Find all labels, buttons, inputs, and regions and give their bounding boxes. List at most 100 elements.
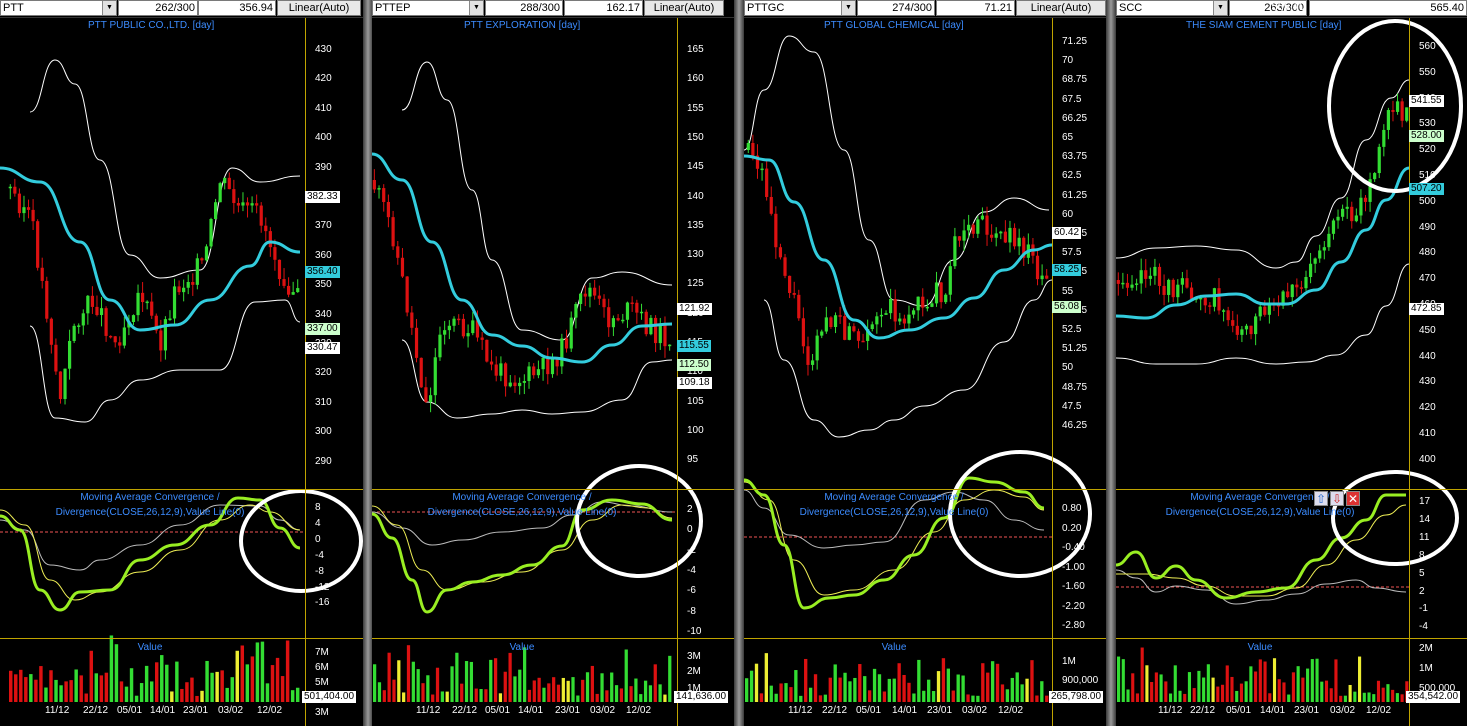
panel-splitter[interactable] — [1106, 0, 1116, 726]
symbol-select[interactable]: SCC ▼ — [1116, 0, 1228, 16]
arrow-up-icon[interactable]: ⇧ — [1314, 491, 1328, 506]
arrow-down-icon[interactable]: ⇩ — [1330, 491, 1344, 506]
volume-bar — [1045, 695, 1049, 702]
volume-bar — [1277, 679, 1281, 702]
price-tick-label: 70 — [1062, 55, 1074, 67]
candle-body — [81, 313, 85, 326]
chevron-down-icon[interactable]: ▼ — [102, 1, 116, 15]
volume-bar — [124, 686, 129, 702]
date-tick-label: 14/01 — [518, 705, 544, 716]
volume-bar — [1168, 693, 1173, 702]
volume-bar — [853, 677, 857, 702]
volume-bar — [576, 695, 580, 702]
candle-body — [1221, 310, 1226, 312]
volume-bar — [1258, 659, 1262, 702]
volume-bar — [1187, 672, 1192, 702]
price-tick-label: 350 — [315, 279, 332, 291]
macd-tick-label: 5 — [1419, 567, 1425, 579]
candle-body — [999, 231, 1003, 234]
symbol-select[interactable]: PTTGC ▼ — [744, 0, 856, 16]
volume-bar — [469, 661, 474, 702]
candle-body — [1139, 270, 1143, 284]
chart-panel-pttep[interactable]: PTTEP ▼ 288/300 162.17 Linear(Auto) PTT EXPLO… — [372, 0, 734, 726]
price-plot[interactable] — [0, 18, 363, 726]
candle-body — [1130, 284, 1134, 288]
macd-tick-label: -1.00 — [1062, 561, 1085, 573]
candle-body — [1226, 310, 1230, 321]
volume-bar — [872, 668, 877, 702]
symbol-select[interactable]: PTTEP ▼ — [372, 0, 484, 16]
volume-bar — [175, 661, 179, 702]
volume-bar — [39, 666, 43, 702]
volume-bar — [1225, 665, 1229, 702]
volume-bar — [990, 661, 995, 702]
candle-body — [985, 215, 989, 235]
candle-body — [1162, 285, 1166, 295]
chevron-down-icon[interactable]: ▼ — [841, 1, 855, 15]
panel-toolbar: SCC ▼ 263/300 565.40 565.40 — [1116, 0, 1467, 18]
pane-divider[interactable] — [0, 638, 363, 639]
candle-body — [611, 318, 616, 328]
candle-body — [36, 221, 40, 268]
volume-bar — [460, 683, 464, 702]
candle-body — [1240, 329, 1244, 335]
candle-body — [1327, 233, 1331, 248]
price-plot[interactable] — [1116, 18, 1467, 726]
candle-body — [45, 280, 49, 319]
price-tick-label: 430 — [1419, 376, 1436, 388]
pane-divider[interactable] — [1116, 638, 1467, 639]
panel-splitter[interactable] — [734, 0, 744, 726]
candle-body — [218, 183, 222, 203]
close-icon[interactable]: ✕ — [1346, 491, 1360, 506]
candle-body — [569, 317, 573, 349]
price-plot[interactable] — [372, 18, 734, 726]
candle-body — [118, 342, 122, 346]
candle-body — [1171, 279, 1175, 298]
volume-bar — [858, 664, 862, 702]
volume-bar — [129, 668, 134, 702]
candle-body — [1395, 101, 1400, 112]
pane-divider[interactable] — [372, 638, 734, 639]
volume-bar — [823, 694, 828, 702]
candle-body — [593, 287, 597, 296]
candle-body — [1254, 316, 1258, 335]
volume-bar — [1386, 684, 1390, 702]
candle-body — [31, 209, 35, 222]
candle-body — [480, 337, 484, 340]
volume-bar — [794, 670, 798, 702]
volume-bar — [275, 657, 280, 702]
price-tick-label: 550 — [1419, 66, 1436, 78]
volume-bar — [503, 671, 507, 702]
chevron-down-icon[interactable]: ▼ — [1213, 1, 1227, 15]
volume-bar — [561, 677, 565, 702]
scale-mode-button[interactable]: Linear(Auto) — [1016, 0, 1106, 16]
macd-tick-label: -16 — [315, 597, 330, 609]
volume-bar — [185, 682, 189, 702]
last-price: 356.94 — [198, 0, 276, 16]
date-tick-label: 05/01 — [485, 705, 511, 716]
date-tick-label: 23/01 — [927, 705, 953, 716]
candle-body — [588, 287, 592, 297]
pane-divider[interactable] — [744, 638, 1106, 639]
volume-bar — [1173, 665, 1177, 702]
highlight-circle — [575, 464, 703, 578]
chart-panel-ptt[interactable]: PTT ▼ 262/300 356.94 Linear(Auto) PTT PUBLIC … — [0, 0, 363, 726]
volume-bar — [639, 694, 643, 702]
candle-body — [578, 293, 583, 304]
price-tick-label: 67.5 — [1062, 93, 1082, 105]
symbol-select[interactable]: PTT ▼ — [0, 0, 117, 16]
candle-body — [625, 302, 630, 320]
candle-body — [209, 218, 213, 247]
volume-value-label: 501,404.00 — [302, 691, 357, 703]
scale-mode-button[interactable]: Linear(Auto) — [277, 0, 361, 16]
chart-panel-pttgc[interactable]: PTTGC ▼ 274/300 71.21 Linear(Auto) PTT GLOBAL… — [744, 0, 1106, 726]
scale-mode-button[interactable]: Linear(Auto) — [644, 0, 724, 16]
candle-body — [1185, 278, 1189, 288]
volume-bar — [877, 674, 882, 702]
volume-bar — [764, 653, 768, 702]
chevron-down-icon[interactable]: ▼ — [469, 1, 483, 15]
candle-body — [145, 301, 149, 304]
bollinger-upper-line — [744, 35, 1050, 307]
chart-panel-scc[interactable]: SCC ▼ 263/300 565.40 565.40 THE SIAM CEMENT P… — [1116, 0, 1467, 726]
date-tick-label: 11/12 — [788, 705, 813, 716]
